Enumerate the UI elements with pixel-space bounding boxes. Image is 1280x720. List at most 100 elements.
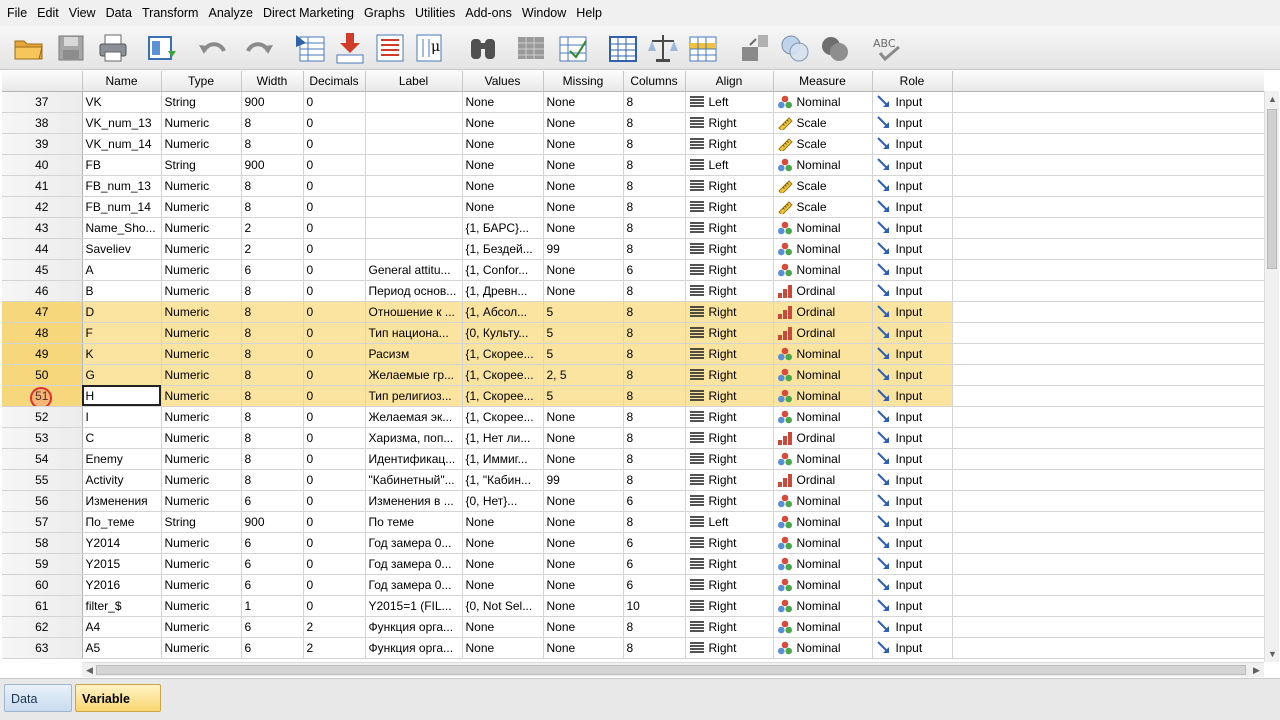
cell-cols[interactable]: 8	[623, 217, 686, 239]
cell-name[interactable]: FB	[82, 154, 162, 176]
cell-measure[interactable]: Scale	[773, 196, 873, 218]
goto-case-icon[interactable]	[294, 31, 328, 65]
cell-align[interactable]: Right	[685, 238, 774, 260]
cell-measure[interactable]: Nominal	[773, 490, 873, 512]
cell-role[interactable]: Input	[872, 196, 953, 218]
cell-type[interactable]: Numeric	[161, 490, 242, 512]
column-header-align[interactable]: Align	[685, 71, 774, 92]
cell-label[interactable]: Год замера 0...	[365, 574, 463, 596]
cell-dec[interactable]: 0	[303, 595, 366, 617]
cell-align[interactable]: Right	[685, 133, 774, 155]
cell-type[interactable]: Numeric	[161, 175, 242, 197]
cell-width[interactable]: 900	[241, 154, 304, 176]
table-row[interactable]: 50 G Numeric 8 0 Желаемые гр... {1, Скорее... 2…	[2, 364, 1264, 386]
row-number[interactable]: 48	[2, 322, 83, 344]
cell-label[interactable]: Отношение к ...	[365, 301, 463, 323]
table-row[interactable]: 62 A4 Numeric 6 2 Функция орга... None None 8 Rig…	[2, 616, 1264, 638]
cell-measure[interactable]: Nominal	[773, 154, 873, 176]
cell-values[interactable]: None	[462, 112, 544, 134]
table-row[interactable]: 40 FB String 900 0 None None 8 Left Nominal Input	[2, 154, 1264, 176]
cell-name[interactable]: G	[82, 364, 162, 386]
cell-dec[interactable]: 0	[303, 490, 366, 512]
cell-name[interactable]: A5	[82, 637, 162, 659]
cell-type[interactable]: Numeric	[161, 112, 242, 134]
column-header-name[interactable]: Name	[82, 71, 162, 92]
cell-values[interactable]: {1, Бездей...	[462, 238, 544, 260]
cell-values[interactable]: {0, Культу...	[462, 322, 544, 344]
cell-dec[interactable]: 0	[303, 259, 366, 281]
column-header-label[interactable]: Label	[365, 71, 463, 92]
cell-type[interactable]: Numeric	[161, 406, 242, 428]
cell-type[interactable]: Numeric	[161, 427, 242, 449]
table-row[interactable]: 48 F Numeric 8 0 Тип национа... {0, Культу... 5…	[2, 322, 1264, 344]
cell-values[interactable]: {1, БАРС}...	[462, 217, 544, 239]
undo-icon[interactable]	[196, 31, 230, 65]
column-header-type[interactable]: Type	[161, 71, 242, 92]
cell-role[interactable]: Input	[872, 259, 953, 281]
cell-missing[interactable]: None	[543, 553, 624, 575]
cell-name[interactable]: D	[82, 301, 162, 323]
cell-width[interactable]: 6	[241, 490, 304, 512]
table-row[interactable]: 41 FB_num_13 Numeric 8 0 None None 8 Right Scale I…	[2, 175, 1264, 197]
cell-name[interactable]: Y2015	[82, 553, 162, 575]
row-number[interactable]: 42	[2, 196, 83, 218]
cell-label[interactable]: Расизм	[365, 343, 463, 365]
cell-type[interactable]: Numeric	[161, 217, 242, 239]
cell-dec[interactable]: 0	[303, 427, 366, 449]
table-row[interactable]: 55 Activity Numeric 8 0 "Кабинетный"... {1, "К…	[2, 469, 1264, 491]
row-number[interactable]: 39	[2, 133, 83, 155]
row-number[interactable]: 52	[2, 406, 83, 428]
scroll-right-arrow-icon[interactable]: ▶	[1249, 662, 1264, 678]
cell-role[interactable]: Input	[872, 175, 953, 197]
cell-type[interactable]: Numeric	[161, 301, 242, 323]
cell-name[interactable]: filter_$	[82, 595, 162, 617]
cell-values[interactable]: {1, "Кабин...	[462, 469, 544, 491]
cell-measure[interactable]: Nominal	[773, 364, 873, 386]
use-sets-icon[interactable]	[778, 31, 812, 65]
row-number[interactable]: 37	[2, 91, 83, 113]
column-header-columns[interactable]: Columns	[623, 71, 686, 92]
scroll-up-arrow-icon[interactable]: ▲	[1265, 91, 1280, 107]
row-number[interactable]: 54	[2, 448, 83, 470]
cell-dec[interactable]: 0	[303, 238, 366, 260]
cell-name[interactable]: Y2014	[82, 532, 162, 554]
cell-values[interactable]: None	[462, 196, 544, 218]
cell-align[interactable]: Right	[685, 427, 774, 449]
cell-measure[interactable]: Nominal	[773, 385, 873, 407]
cell-label[interactable]	[365, 133, 463, 155]
menu-help[interactable]: Help	[571, 0, 607, 26]
cell-values[interactable]: {1, Скорее...	[462, 343, 544, 365]
cell-label[interactable]	[365, 112, 463, 134]
cell-width[interactable]: 6	[241, 616, 304, 638]
cell-measure[interactable]: Ordinal	[773, 469, 873, 491]
vertical-scroll-thumb[interactable]	[1267, 109, 1277, 269]
cell-cols[interactable]: 8	[623, 469, 686, 491]
cell-dec[interactable]: 0	[303, 154, 366, 176]
cell-name[interactable]: A	[82, 259, 162, 281]
menu-transform[interactable]: Transform	[137, 0, 204, 26]
cell-role[interactable]: Input	[872, 511, 953, 533]
cell-cols[interactable]: 8	[623, 133, 686, 155]
horizontal-scroll-thumb[interactable]	[96, 665, 1246, 675]
cell-name[interactable]: FB_num_14	[82, 196, 162, 218]
cell-cols[interactable]: 8	[623, 154, 686, 176]
cell-width[interactable]: 8	[241, 175, 304, 197]
cell-values[interactable]: None	[462, 133, 544, 155]
table-row[interactable]: 38 VK_num_13 Numeric 8 0 None None 8 Right Scale I…	[2, 112, 1264, 134]
cell-missing[interactable]: 5	[543, 343, 624, 365]
cell-role[interactable]: Input	[872, 595, 953, 617]
row-number[interactable]: 53	[2, 427, 83, 449]
row-number[interactable]: 43	[2, 217, 83, 239]
cell-width[interactable]: 8	[241, 469, 304, 491]
cell-label[interactable]: Идентификац...	[365, 448, 463, 470]
cell-measure[interactable]: Nominal	[773, 91, 873, 113]
cell-cols[interactable]: 8	[623, 301, 686, 323]
print-icon[interactable]	[96, 31, 130, 65]
cell-width[interactable]: 8	[241, 196, 304, 218]
cell-type[interactable]: Numeric	[161, 553, 242, 575]
cell-width[interactable]: 8	[241, 343, 304, 365]
cell-align[interactable]: Right	[685, 343, 774, 365]
cell-dec[interactable]: 0	[303, 448, 366, 470]
cell-cols[interactable]: 10	[623, 595, 686, 617]
row-number[interactable]: 51	[2, 385, 83, 407]
